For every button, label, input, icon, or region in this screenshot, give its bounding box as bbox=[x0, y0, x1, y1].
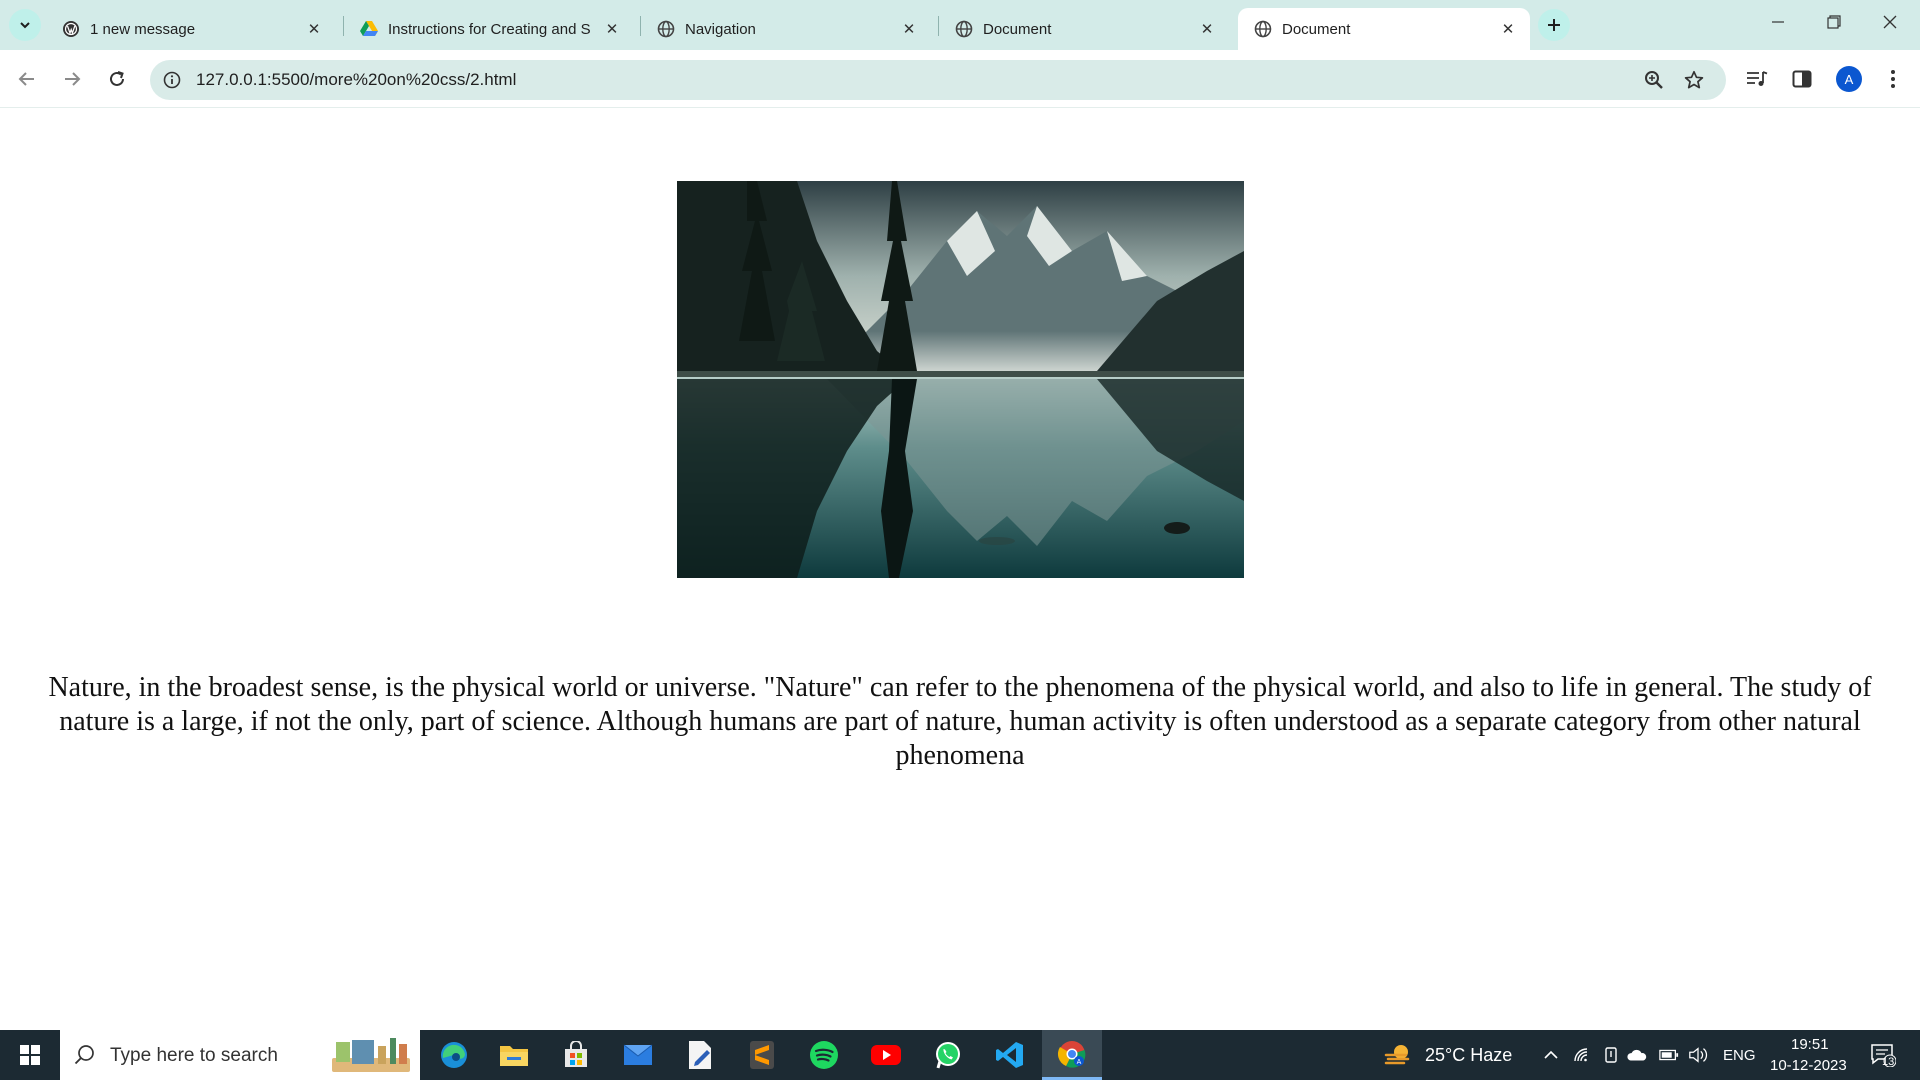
tab-search-button[interactable] bbox=[9, 9, 41, 41]
language-indicator[interactable]: ENG bbox=[1723, 1047, 1756, 1064]
search-icon bbox=[74, 1045, 94, 1065]
reload-icon bbox=[110, 71, 124, 86]
tab-1-new-message[interactable]: 1 new message ✕ bbox=[46, 8, 336, 50]
spotify-icon bbox=[810, 1041, 838, 1069]
youtube-icon bbox=[871, 1045, 901, 1065]
globe-icon bbox=[657, 20, 675, 38]
zoom-icon[interactable] bbox=[1642, 68, 1666, 92]
restore-button[interactable] bbox=[1806, 0, 1862, 44]
onedrive-icon[interactable] bbox=[1627, 1045, 1647, 1065]
battery-icon[interactable] bbox=[1659, 1045, 1679, 1065]
tab-title: Document bbox=[1282, 20, 1351, 38]
close-icon[interactable]: ✕ bbox=[1197, 19, 1217, 39]
edge-app[interactable] bbox=[424, 1030, 484, 1080]
pdf-pen-icon bbox=[689, 1041, 711, 1069]
store-icon bbox=[565, 1041, 587, 1067]
whatsapp-icon bbox=[936, 1042, 960, 1069]
wordpress-icon bbox=[62, 20, 80, 38]
tab-document-active[interactable]: Document ✕ bbox=[1238, 8, 1530, 50]
weather-haze-icon bbox=[1384, 1045, 1410, 1065]
forward-button[interactable] bbox=[55, 62, 89, 96]
microsoft-store-app[interactable] bbox=[546, 1030, 606, 1080]
document-editor-app[interactable] bbox=[670, 1030, 730, 1080]
edge-icon bbox=[441, 1042, 467, 1068]
folder-icon bbox=[500, 1046, 528, 1066]
sublime-text-app[interactable] bbox=[732, 1030, 792, 1080]
clock-date[interactable]: 10-12-2023 bbox=[1770, 1057, 1847, 1074]
google-drive-icon bbox=[360, 20, 378, 38]
globe-icon bbox=[1254, 20, 1272, 38]
search-highlight-illustration-icon bbox=[332, 1038, 410, 1072]
tab-strip: 1 new message ✕ Instructions for Creatin… bbox=[0, 0, 1920, 50]
device-icon[interactable] bbox=[1601, 1045, 1621, 1065]
back-button[interactable] bbox=[10, 62, 44, 96]
side-panel-icon[interactable] bbox=[1789, 66, 1815, 92]
close-icon[interactable]: ✕ bbox=[304, 19, 324, 39]
close-icon[interactable]: ✕ bbox=[899, 19, 919, 39]
file-explorer-app[interactable] bbox=[484, 1030, 544, 1080]
globe-icon bbox=[955, 20, 973, 38]
bookmark-star-icon[interactable] bbox=[1682, 68, 1706, 92]
whatsapp-app[interactable] bbox=[918, 1030, 978, 1080]
clock-time[interactable]: 19:51 bbox=[1791, 1036, 1829, 1053]
weather-text[interactable]: 25°C Haze bbox=[1425, 1045, 1512, 1066]
tab-title: Instructions for Creating and S bbox=[388, 20, 591, 38]
chevron-down-icon bbox=[20, 22, 30, 29]
vscode-app[interactable] bbox=[980, 1030, 1040, 1080]
close-window-button[interactable] bbox=[1862, 0, 1918, 44]
arrow-right-icon bbox=[65, 72, 81, 86]
arrow-left-icon bbox=[18, 72, 34, 86]
tab-document[interactable]: Document ✕ bbox=[939, 8, 1229, 50]
plus-icon bbox=[1548, 19, 1560, 31]
address-bar[interactable]: 127.0.0.1:5500/more%20on%20css/2.html bbox=[150, 60, 1726, 100]
mail-app[interactable] bbox=[608, 1030, 668, 1080]
wifi-icon[interactable] bbox=[1572, 1045, 1592, 1065]
chevron-up-icon[interactable] bbox=[1541, 1045, 1561, 1065]
taskbar-search-box[interactable]: Type here to search bbox=[60, 1030, 420, 1080]
minimize-icon bbox=[1772, 21, 1784, 23]
close-icon[interactable]: ✕ bbox=[1498, 19, 1518, 39]
chrome-icon: A bbox=[1057, 1040, 1086, 1068]
url-text[interactable]: 127.0.0.1:5500/more%20on%20css/2.html bbox=[196, 70, 516, 90]
media-control-icon[interactable] bbox=[1744, 66, 1770, 92]
tab-title: Document bbox=[983, 20, 1052, 38]
tab-title: 1 new message bbox=[90, 20, 196, 38]
windows-logo-icon bbox=[20, 1045, 40, 1065]
spotify-app[interactable] bbox=[794, 1030, 854, 1080]
close-icon[interactable]: ✕ bbox=[602, 19, 622, 39]
tab-navigation[interactable]: Navigation ✕ bbox=[641, 8, 931, 50]
reload-button[interactable] bbox=[100, 62, 134, 96]
new-tab-button[interactable] bbox=[1538, 9, 1570, 41]
windows-taskbar: Type here to search A 25°C Haze ENG 19:5… bbox=[0, 1030, 1920, 1080]
minimize-button[interactable] bbox=[1750, 0, 1806, 44]
sublime-icon bbox=[750, 1041, 774, 1069]
volume-icon[interactable] bbox=[1688, 1045, 1708, 1065]
search-placeholder: Type here to search bbox=[110, 1045, 278, 1066]
restore-icon bbox=[1827, 15, 1841, 29]
mail-icon bbox=[623, 1044, 653, 1065]
chrome-app[interactable]: A bbox=[1042, 1030, 1102, 1080]
tab-title: Navigation bbox=[685, 20, 756, 38]
kebab-menu-icon[interactable] bbox=[1880, 66, 1906, 92]
close-icon bbox=[1883, 15, 1897, 29]
site-info-icon[interactable] bbox=[160, 68, 184, 92]
vscode-icon bbox=[996, 1042, 1023, 1068]
profile-avatar[interactable]: A bbox=[1836, 66, 1862, 92]
notification-count: 13 bbox=[1882, 1056, 1895, 1068]
mountain-lake-image bbox=[677, 181, 1244, 578]
browser-toolbar: 127.0.0.1:5500/more%20on%20css/2.html A bbox=[0, 50, 1920, 108]
start-button[interactable] bbox=[0, 1030, 60, 1080]
page-viewport: Nature, in the broadest sense, is the ph… bbox=[0, 108, 1920, 1030]
svg-text:A: A bbox=[1077, 1059, 1082, 1066]
nature-paragraph: Nature, in the broadest sense, is the ph… bbox=[48, 672, 1872, 771]
tab-instructions[interactable]: Instructions for Creating and S ✕ bbox=[344, 8, 634, 50]
youtube-app[interactable] bbox=[856, 1030, 916, 1080]
